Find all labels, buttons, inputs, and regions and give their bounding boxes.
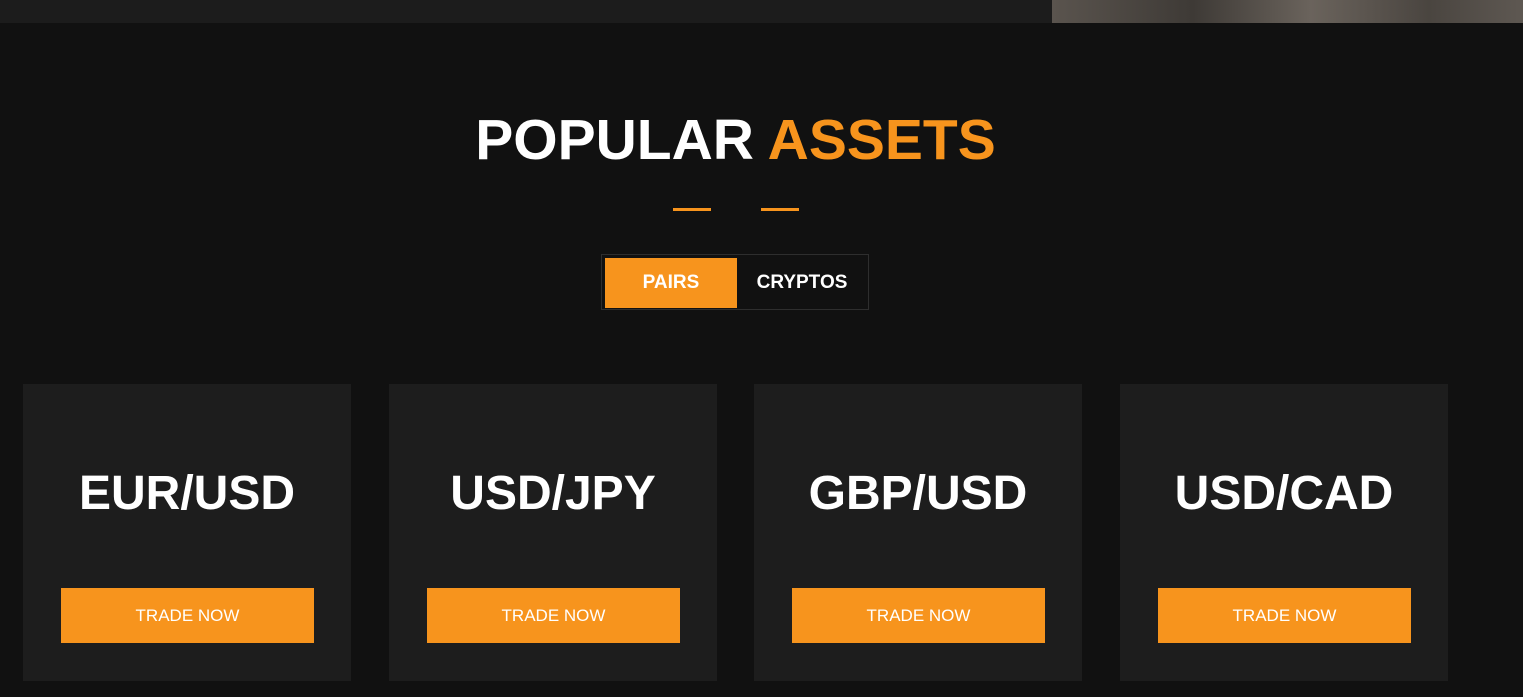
trade-now-button[interactable]: TRADE NOW (792, 588, 1045, 643)
title-divider-left (673, 208, 711, 211)
asset-card-gbp-usd: GBP/USD TRADE NOW (754, 384, 1082, 681)
tab-cryptos[interactable]: CRYPTOS (737, 258, 867, 308)
asset-pair-name: USD/JPY (450, 467, 656, 520)
section-title: POPULAR ASSETS (0, 105, 1471, 175)
asset-card-eur-usd: EUR/USD TRADE NOW (23, 384, 351, 681)
header-image (1052, 0, 1523, 23)
asset-type-tabs: PAIRS CRYPTOS (601, 254, 869, 310)
trade-now-button[interactable]: TRADE NOW (427, 588, 680, 643)
trade-now-button[interactable]: TRADE NOW (61, 588, 314, 643)
section-title-accent: ASSETS (767, 108, 996, 172)
section-title-primary: POPULAR (475, 108, 754, 172)
asset-pair-name: GBP/USD (808, 467, 1028, 520)
top-header-strip (0, 0, 1052, 23)
asset-card-usd-jpy: USD/JPY TRADE NOW (389, 384, 717, 681)
tab-pairs[interactable]: PAIRS (605, 258, 737, 308)
asset-pair-name: EUR/USD (78, 467, 296, 520)
asset-card-usd-cad: USD/CAD TRADE NOW (1120, 384, 1448, 681)
title-divider-right (761, 208, 799, 211)
trade-now-button[interactable]: TRADE NOW (1158, 588, 1411, 643)
asset-pair-name: USD/CAD (1174, 467, 1394, 520)
